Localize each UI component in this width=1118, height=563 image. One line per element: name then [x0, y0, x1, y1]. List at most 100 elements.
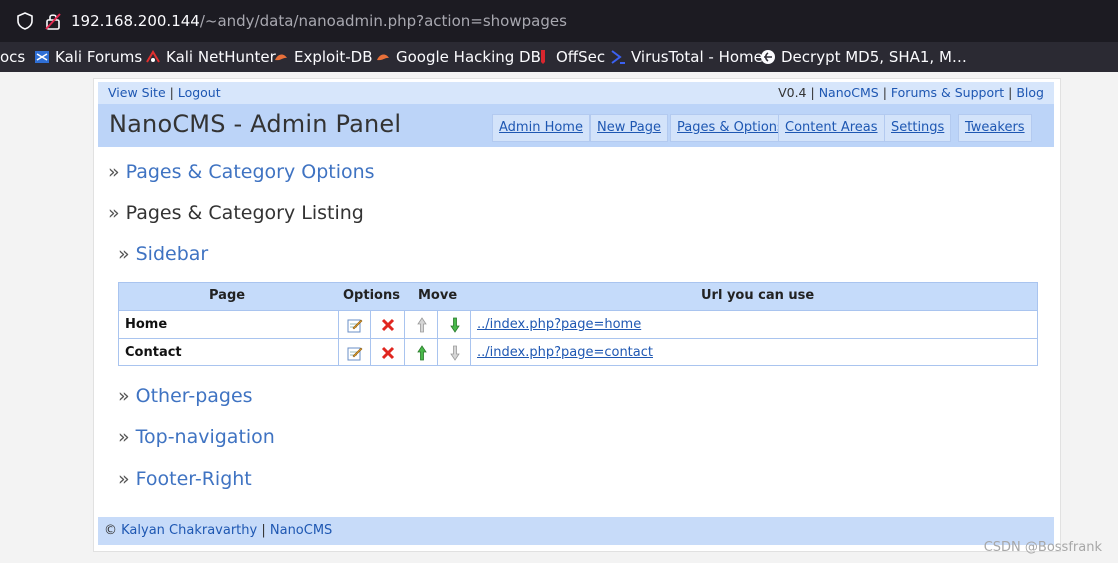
nav-admin-home[interactable]: Admin Home: [492, 114, 590, 142]
bookmark-label: Kali Forums: [55, 48, 143, 66]
view-site-link[interactable]: View Site: [108, 85, 166, 100]
bookmark-exploit-db[interactable]: Exploit-DB: [273, 48, 373, 68]
edit-cell[interactable]: [338, 311, 371, 338]
table-row: Contact ../index.php?page=contact: [119, 338, 1037, 366]
kali-forums-icon: [35, 51, 49, 63]
bookmark-offsec[interactable]: OffSec: [535, 48, 605, 68]
bookmark-label: Exploit-DB: [294, 48, 373, 66]
raquo: »: [118, 385, 130, 407]
kali-nethunter-icon: [146, 50, 160, 63]
footer-nanocms-link[interactable]: NanoCMS: [270, 523, 332, 538]
footer-right-link[interactable]: Footer-Right: [136, 468, 252, 490]
bookmark-virustotal[interactable]: VirusTotal - Home: [610, 48, 763, 68]
forums-support-link[interactable]: Forums & Support: [891, 85, 1004, 100]
separator: |: [810, 85, 815, 100]
raquo: »: [118, 243, 130, 265]
browser-url-bar: 192.168.200.144/~andy/data/nanoadmin.php…: [0, 0, 1118, 42]
section-sidebar: » Sidebar: [118, 243, 208, 265]
author-link[interactable]: Kalyan Chakravarthy: [121, 523, 257, 538]
top-links-bar: View Site | Logout V0.4 | NanoCMS | Foru…: [98, 82, 1054, 104]
other-pages-link[interactable]: Other-pages: [136, 385, 253, 407]
edit-cell[interactable]: [338, 339, 371, 366]
page-cell: Home: [119, 311, 338, 338]
footer-credits: © Kalyan Chakravarthy | NanoCMS: [104, 517, 332, 545]
watermark: CSDN @Bossfrank: [983, 540, 1102, 555]
edit-icon[interactable]: [347, 317, 363, 333]
col-options: Options: [343, 288, 400, 303]
arrow-down-icon[interactable]: [449, 317, 460, 333]
insecure-lock-icon[interactable]: [44, 11, 62, 31]
url-host: 192.168.200.144: [71, 12, 200, 30]
version-label: V0.4: [778, 85, 807, 100]
page-name: Contact: [125, 345, 182, 360]
nav-settings[interactable]: Settings: [884, 114, 952, 142]
separator: |: [261, 523, 266, 538]
separator: |: [169, 85, 174, 100]
page-title: NanoCMS - Admin Panel: [109, 110, 402, 138]
separator: |: [1008, 85, 1013, 100]
bookmark-label: ocs: [0, 48, 26, 66]
delete-icon[interactable]: [381, 318, 395, 332]
copyright-symbol: ©: [104, 523, 117, 538]
nav-pages-options[interactable]: Pages & Options: [670, 114, 791, 142]
col-page: Page: [209, 288, 246, 303]
raquo: »: [118, 468, 130, 490]
col-move: Move: [418, 288, 458, 303]
url-cell: ../index.php?page=contact: [470, 339, 1037, 366]
admin-footer: © Kalyan Chakravarthy | NanoCMS: [98, 517, 1054, 545]
raquo: »: [108, 202, 120, 224]
url-path: /~andy/data/nanoadmin.php?action=showpag…: [199, 12, 567, 30]
delete-icon[interactable]: [381, 346, 395, 360]
decrypt-icon: [761, 50, 775, 64]
bookmark-docs[interactable]: ocs: [0, 48, 25, 68]
bookmark-kali-nethunter[interactable]: Kali NetHunter: [145, 48, 276, 68]
nanocms-link[interactable]: NanoCMS: [819, 85, 879, 100]
pages-category-listing-heading: Pages & Category Listing: [125, 202, 364, 224]
page-cell: Contact: [119, 339, 338, 366]
bookmark-google-hacking-db[interactable]: Google Hacking DB: [375, 48, 541, 68]
sidebar-link[interactable]: Sidebar: [136, 243, 209, 265]
bookmark-kali-forums[interactable]: Kali Forums: [34, 48, 142, 68]
page-url-link[interactable]: ../index.php?page=home: [477, 317, 641, 332]
delete-cell[interactable]: [370, 339, 405, 366]
table-header: Page Options Move Url you can use: [119, 283, 1037, 310]
blog-link[interactable]: Blog: [1016, 85, 1044, 100]
section-top-navigation: » Top-navigation: [118, 426, 275, 448]
move-down-cell[interactable]: [437, 339, 471, 366]
exploit-db-icon: [275, 54, 287, 61]
section-footer-right: » Footer-Right: [118, 468, 252, 490]
top-navigation-link[interactable]: Top-navigation: [136, 426, 275, 448]
raquo: »: [108, 161, 120, 183]
pages-table: Page Options Move Url you can use Home .…: [118, 282, 1038, 366]
section-other-pages: » Other-pages: [118, 385, 253, 407]
bookmark-label: Kali NetHunter: [166, 48, 276, 66]
page-url-link[interactable]: ../index.php?page=contact: [477, 345, 653, 360]
pages-category-options-link[interactable]: Pages & Category Options: [126, 161, 375, 183]
shield-icon[interactable]: [16, 12, 34, 30]
page-name: Home: [125, 317, 168, 332]
arrow-up-icon[interactable]: [416, 344, 427, 361]
delete-cell[interactable]: [370, 311, 405, 338]
nav-content-areas[interactable]: Content Areas: [778, 114, 885, 142]
bookmarks-bar: ocs Kali Forums Kali NetHunter Exploit-D…: [0, 42, 1118, 72]
move-up-cell[interactable]: [404, 311, 438, 338]
table-row: Home ../index.php?page=home: [119, 310, 1037, 338]
admin-header: NanoCMS - Admin Panel Admin Home New Pag…: [98, 104, 1054, 147]
arrow-up-icon[interactable]: [416, 316, 427, 333]
col-url: Url you can use: [701, 288, 815, 303]
nav-new-page[interactable]: New Page: [590, 114, 668, 142]
move-up-cell[interactable]: [404, 339, 438, 366]
bookmark-label: Google Hacking DB: [396, 48, 541, 66]
top-links-left: View Site | Logout: [108, 82, 221, 104]
move-down-cell[interactable]: [437, 311, 471, 338]
edit-icon[interactable]: [347, 345, 363, 361]
admin-panel: View Site | Logout V0.4 | NanoCMS | Foru…: [93, 78, 1061, 552]
nav-tweakers[interactable]: Tweakers: [958, 114, 1032, 142]
section-pages-category-options: » Pages & Category Options: [108, 161, 375, 183]
raquo: »: [118, 426, 130, 448]
arrow-down-icon[interactable]: [449, 345, 460, 361]
logout-link[interactable]: Logout: [178, 85, 221, 100]
bookmark-decrypt-md5[interactable]: Decrypt MD5, SHA1, M…: [760, 48, 967, 68]
bookmark-label: Decrypt MD5, SHA1, M…: [781, 48, 967, 66]
url-field[interactable]: 192.168.200.144/~andy/data/nanoadmin.php…: [71, 11, 567, 31]
